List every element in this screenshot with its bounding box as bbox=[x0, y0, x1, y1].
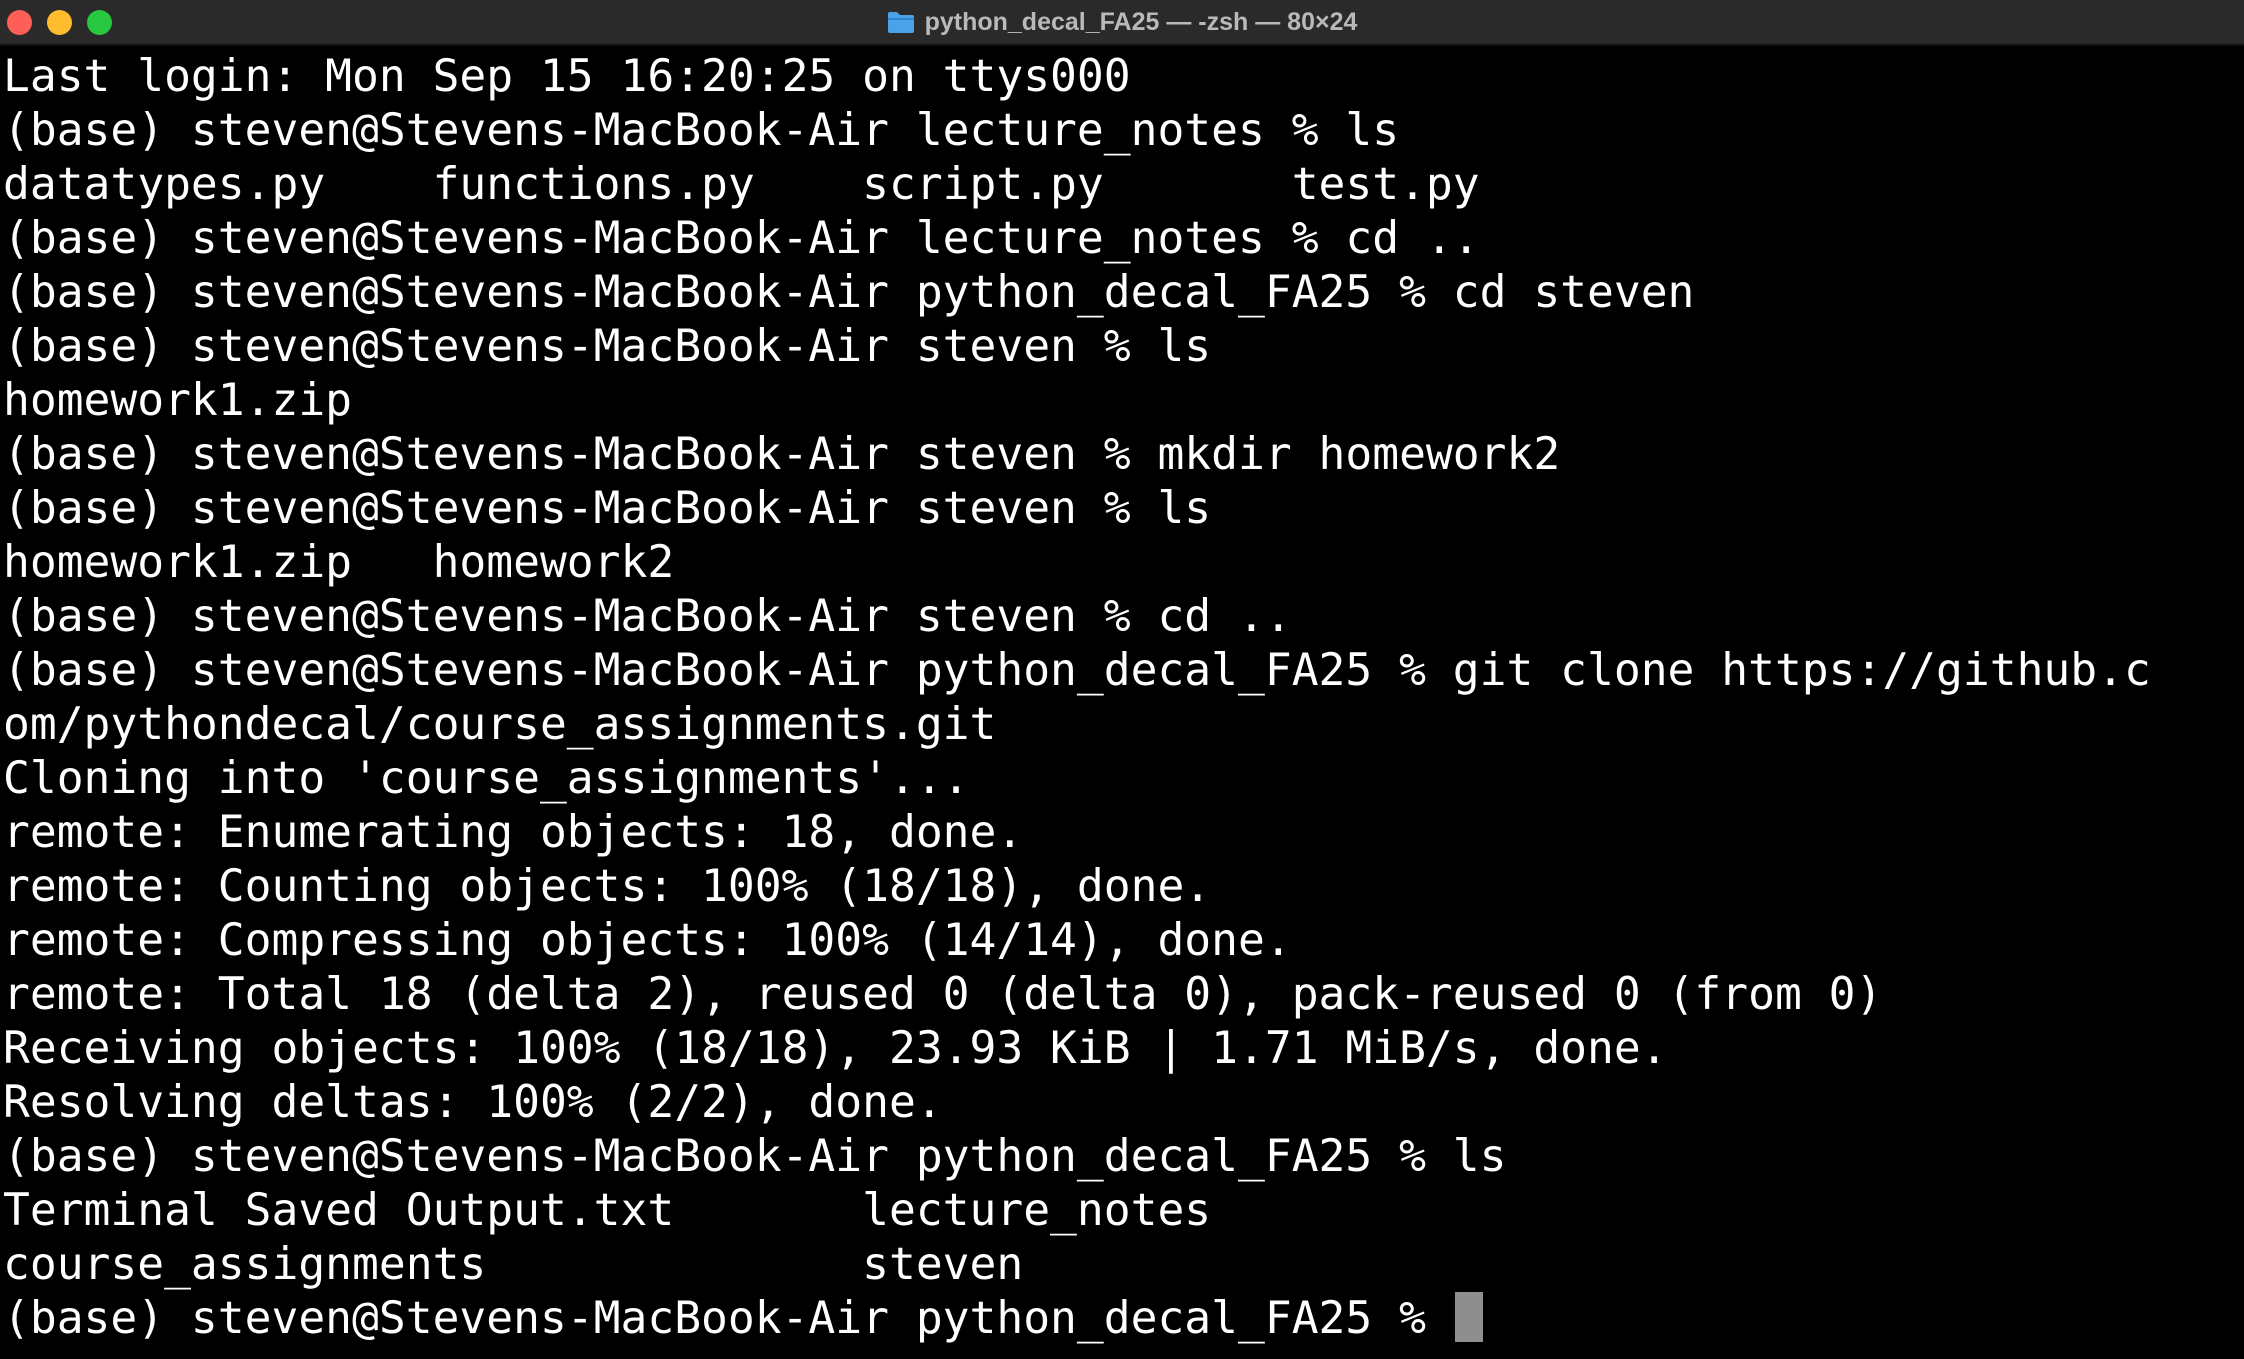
terminal-line: Receiving objects: 100% (18/18), 23.93 K… bbox=[3, 1022, 1668, 1074]
terminal-line: remote: Compressing objects: 100% (14/14… bbox=[3, 914, 1292, 966]
window-title: python_decal_FA25 — -zsh — 80×24 bbox=[924, 7, 1358, 36]
terminal-line: homework1.zip homework2 bbox=[3, 536, 675, 588]
terminal-line: homework1.zip bbox=[3, 374, 353, 426]
terminal-line: (base) steven@Stevens-MacBook-Air steven… bbox=[3, 428, 1561, 480]
terminal-prompt-line[interactable]: (base) steven@Stevens-MacBook-Air python… bbox=[3, 1291, 2243, 1345]
terminal-line: datatypes.py functions.py script.py test… bbox=[3, 158, 1480, 210]
terminal-prompt: (base) steven@Stevens-MacBook-Air python… bbox=[3, 1292, 1453, 1344]
terminal-line: Last login: Mon Sep 15 16:20:25 on ttys0… bbox=[3, 50, 1131, 102]
terminal-line: (base) steven@Stevens-MacBook-Air steven… bbox=[3, 320, 1212, 372]
terminal-line: (base) steven@Stevens-MacBook-Air lectur… bbox=[3, 212, 1480, 264]
terminal-window: python_decal_FA25 — -zsh — 80×24 Last lo… bbox=[0, 0, 2244, 1359]
terminal-line: Terminal Saved Output.txt lecture_notes bbox=[3, 1184, 1212, 1236]
window-title-container: python_decal_FA25 — -zsh — 80×24 bbox=[0, 0, 2244, 44]
terminal-line: course_assignments steven bbox=[3, 1238, 1024, 1290]
terminal-line: (base) steven@Stevens-MacBook-Air steven… bbox=[3, 590, 1292, 642]
terminal-line: (base) steven@Stevens-MacBook-Air steven… bbox=[3, 482, 1212, 534]
terminal-cursor bbox=[1454, 1292, 1483, 1342]
terminal-line: remote: Total 18 (delta 2), reused 0 (de… bbox=[3, 968, 1883, 1020]
folder-icon bbox=[887, 12, 914, 33]
terminal-line: om/pythondecal/course_assignments.git bbox=[3, 698, 997, 750]
terminal-line: (base) steven@Stevens-MacBook-Air lectur… bbox=[3, 104, 1400, 156]
terminal-line: remote: Enumerating objects: 18, done. bbox=[3, 806, 1024, 858]
terminal-line: Cloning into 'course_assignments'... bbox=[3, 752, 970, 804]
terminal-output[interactable]: Last login: Mon Sep 15 16:20:25 on ttys0… bbox=[3, 49, 2243, 1355]
terminal-line: (base) steven@Stevens-MacBook-Air python… bbox=[3, 266, 1695, 318]
terminal-line: remote: Counting objects: 100% (18/18), … bbox=[3, 860, 1212, 912]
terminal-line: (base) steven@Stevens-MacBook-Air python… bbox=[3, 1130, 1507, 1182]
terminal-line: (base) steven@Stevens-MacBook-Air python… bbox=[3, 644, 2151, 696]
title-bar[interactable]: python_decal_FA25 — -zsh — 80×24 bbox=[0, 0, 2244, 46]
terminal-line: Resolving deltas: 100% (2/2), done. bbox=[3, 1076, 943, 1128]
